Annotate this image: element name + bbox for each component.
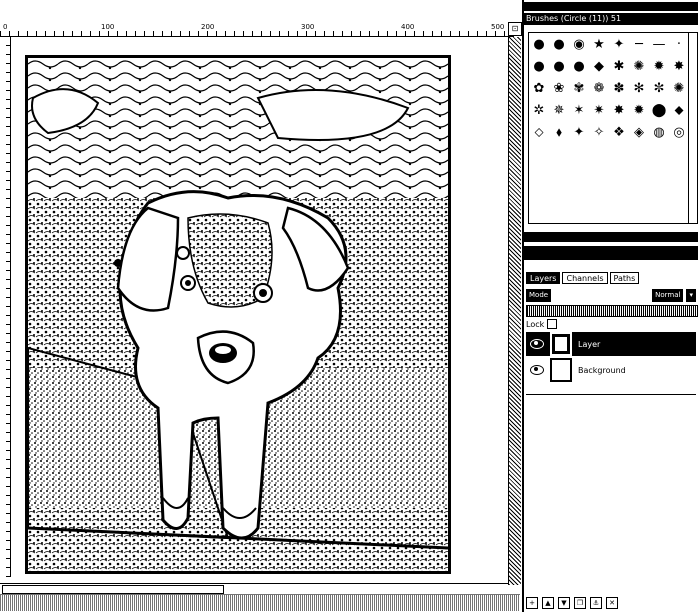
- brush-preset[interactable]: ✸: [672, 59, 686, 74]
- dock-panel: Brushes (Circle (11)) 51 ● ● ◉ ★ ✦ ─ — · ● ● ● ◆ ✱ ✺ ✹…: [522, 0, 698, 612]
- layers-button-bar: + ▲ ▼ ❐ ⚓ ✕: [526, 596, 698, 610]
- brush-preset[interactable]: ⬧: [552, 125, 566, 140]
- brush-preset[interactable]: ●: [532, 37, 546, 52]
- brush-preset[interactable]: ◆: [592, 59, 606, 74]
- lower-icon[interactable]: ▼: [558, 597, 570, 609]
- brush-preset[interactable]: ✺: [672, 81, 686, 96]
- brush-preset[interactable]: ✵: [552, 103, 566, 118]
- navigate-button[interactable]: ⊡: [508, 22, 522, 36]
- scroll-thumb[interactable]: [2, 585, 224, 594]
- brush-action-bar[interactable]: [524, 246, 698, 260]
- layers-empty-area[interactable]: [526, 394, 696, 595]
- brush-preset[interactable]: ●: [552, 37, 566, 52]
- layer-name[interactable]: Layer: [578, 340, 600, 349]
- lock-row: Lock: [526, 318, 558, 330]
- brush-preset[interactable]: ─: [632, 37, 646, 52]
- eye-icon[interactable]: [530, 339, 544, 349]
- duplicate-icon[interactable]: ❐: [574, 597, 586, 609]
- brush-preset[interactable]: ✻: [632, 81, 646, 96]
- mode-label: Mode: [526, 288, 552, 302]
- delete-icon[interactable]: ✕: [606, 597, 618, 609]
- vertical-ruler[interactable]: [0, 37, 11, 577]
- brush-preset[interactable]: ◎: [672, 125, 686, 140]
- brush-preset[interactable]: ✼: [652, 81, 666, 96]
- layer-mode-row: Mode Normal ▾: [526, 288, 696, 302]
- brush-preset[interactable]: ◉: [572, 37, 586, 52]
- brush-preset[interactable]: —: [652, 37, 666, 52]
- brush-preset[interactable]: ✽: [612, 81, 626, 96]
- brush-preset[interactable]: ◍: [652, 125, 666, 140]
- ruler-tick: 500: [490, 23, 506, 31]
- ruler-tick: 0: [2, 23, 9, 31]
- anchor-icon[interactable]: ⚓: [590, 597, 602, 609]
- brush-preset[interactable]: ✲: [532, 103, 546, 118]
- opacity-slider[interactable]: [526, 305, 698, 317]
- dock-titlebar[interactable]: [524, 2, 698, 11]
- brush-preset[interactable]: ❖: [612, 125, 626, 140]
- brush-preset[interactable]: ✦: [572, 125, 586, 140]
- layer-thumbnail: [550, 358, 572, 382]
- brush-preset[interactable]: ✹: [652, 59, 666, 74]
- image-window: 0 100 200 300 400 500 ⊡: [0, 0, 522, 612]
- brush-grid[interactable]: ● ● ◉ ★ ✦ ─ — · ● ● ● ◆ ✱ ✺ ✹ ✸ ✿ ❀ ✾ ❁ ✽ ✻ ✼ ✺ ✲ ✵ ✶ ✷ ✸ ✹ ⬤ ⬥ ⬦ ⬧ ✦ ✧ ❖ ◈ ◍ ◎: [528, 32, 690, 224]
- brush-preset[interactable]: ❀: [552, 81, 566, 96]
- brush-preset[interactable]: ✦: [612, 37, 626, 52]
- canvas-area[interactable]: [11, 37, 507, 582]
- vertical-scrollbar[interactable]: [508, 37, 521, 585]
- brush-preset[interactable]: ✱: [612, 59, 626, 74]
- tab-channels[interactable]: Channels: [562, 272, 608, 284]
- brush-preset[interactable]: ★: [592, 37, 606, 52]
- brush-preset[interactable]: ❁: [592, 81, 606, 96]
- brush-preset[interactable]: ✾: [572, 81, 586, 96]
- image-canvas[interactable]: [25, 55, 451, 574]
- brush-preset[interactable]: ·: [672, 37, 686, 52]
- brush-preset[interactable]: ✿: [532, 81, 546, 96]
- tab-paths[interactable]: Paths: [609, 272, 640, 284]
- raise-icon[interactable]: ▲: [542, 597, 554, 609]
- brush-spacing-bar[interactable]: [524, 232, 698, 242]
- brush-preset[interactable]: ⬤: [652, 103, 667, 118]
- chevron-down-icon[interactable]: ▾: [686, 288, 696, 302]
- brush-scrollbar[interactable]: [688, 32, 698, 224]
- brush-preset[interactable]: ✷: [592, 103, 606, 118]
- brush-preset[interactable]: ●: [572, 59, 586, 74]
- brush-preset[interactable]: ✺: [632, 59, 646, 74]
- mode-select[interactable]: Normal: [652, 288, 684, 302]
- brush-preset[interactable]: ●: [552, 59, 566, 74]
- ruler-tick: 200: [200, 23, 216, 31]
- new-layer-icon[interactable]: +: [526, 597, 538, 609]
- ruler-tick: 100: [100, 23, 116, 31]
- eye-icon[interactable]: [530, 365, 544, 375]
- brush-preset[interactable]: ✸: [612, 103, 626, 118]
- layer-row[interactable]: Layer: [526, 332, 696, 356]
- layer-row[interactable]: Background: [526, 358, 696, 382]
- brush-preset[interactable]: ⬥: [672, 103, 686, 118]
- layer-thumbnail: [550, 332, 572, 356]
- ruler-tick: 300: [300, 23, 316, 31]
- horizontal-ruler[interactable]: 0 100 200 300 400 500: [0, 22, 514, 37]
- horizontal-scrollbar[interactable]: [0, 583, 508, 594]
- tab-layers[interactable]: Layers: [526, 272, 561, 284]
- status-bar: [0, 594, 520, 611]
- lock-label: Lock: [526, 319, 545, 329]
- brush-preset[interactable]: ✶: [572, 103, 586, 118]
- brush-preset[interactable]: ◈: [632, 125, 646, 140]
- brush-preset[interactable]: ✧: [592, 125, 606, 140]
- brush-preset[interactable]: ✹: [632, 103, 646, 118]
- brush-preset[interactable]: ●: [532, 59, 546, 74]
- layer-name[interactable]: Background: [578, 366, 626, 375]
- ruler-tick: 400: [400, 23, 416, 31]
- lock-checkbox[interactable]: [547, 319, 558, 329]
- layers-list: Layer Background: [526, 332, 696, 392]
- layers-tabs: Layers Channels Paths: [526, 272, 640, 284]
- brushes-header: Brushes (Circle (11)) 51: [524, 13, 698, 25]
- brush-preset[interactable]: ⬦: [532, 125, 546, 140]
- dog-photo-illustration: [28, 58, 448, 571]
